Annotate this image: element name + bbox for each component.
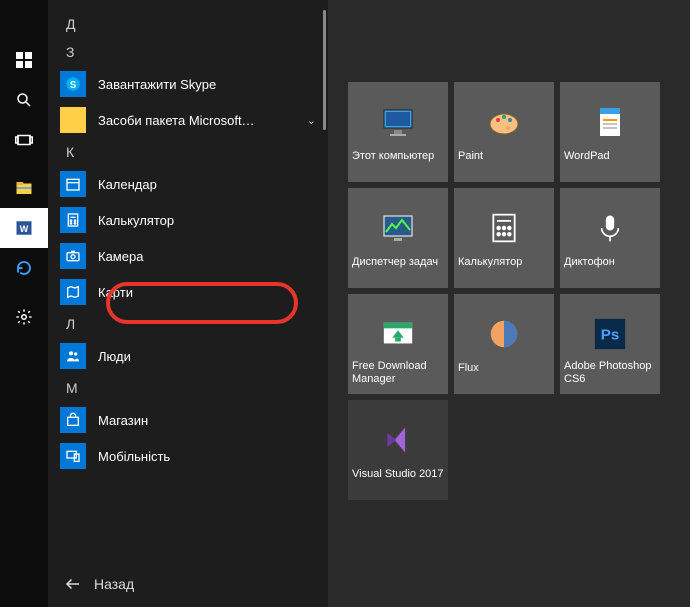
people-icon <box>60 343 86 369</box>
app-item-people[interactable]: Люди <box>48 338 328 374</box>
left-rail: W <box>0 0 48 607</box>
start-menu: W Д З S Завантажити Skype Засоби пакета … <box>0 0 690 607</box>
tile-fdm[interactable]: Free Download Manager <box>348 294 448 394</box>
app-label: Засоби пакета Microsoft… <box>98 113 295 128</box>
tile-label: Этот компьютер <box>352 150 444 174</box>
wordpad-icon <box>592 104 628 140</box>
mobility-icon <box>60 443 86 469</box>
letter-header[interactable]: З <box>48 38 328 66</box>
app-label: Карти <box>98 285 316 300</box>
fdm-icon <box>380 316 416 352</box>
store-icon <box>60 407 86 433</box>
tile-label: Диспетчер задач <box>352 256 444 280</box>
start-icon[interactable] <box>0 40 48 80</box>
svg-text:W: W <box>20 224 29 234</box>
app-item-skype[interactable]: S Завантажити Skype <box>48 66 328 102</box>
tile-label: Adobe Photoshop CS6 <box>564 360 656 386</box>
letter-header[interactable]: Д <box>48 10 328 38</box>
explorer-icon[interactable] <box>0 168 48 208</box>
paint-icon <box>486 104 522 140</box>
letter-header[interactable]: К <box>48 138 328 166</box>
vs-icon <box>380 422 416 458</box>
tile-grid: Этот компьютер Paint WordPad Диспетчер з… <box>328 0 690 607</box>
tile-paint[interactable]: Paint <box>454 82 554 182</box>
refresh-icon[interactable] <box>0 248 48 288</box>
scrollbar[interactable] <box>323 10 326 130</box>
app-item-mobility[interactable]: Мобільність <box>48 438 328 474</box>
app-label: Люди <box>98 349 316 364</box>
calendar-icon <box>60 171 86 197</box>
letter-header[interactable]: Л <box>48 310 328 338</box>
calc-icon <box>486 210 522 246</box>
tile-this-pc[interactable]: Этот компьютер <box>348 82 448 182</box>
flux-icon <box>486 316 522 352</box>
skype-icon: S <box>60 71 86 97</box>
tile-voice[interactable]: Диктофон <box>560 188 660 288</box>
tile-visualstudio[interactable]: Visual Studio 2017 <box>348 400 448 500</box>
folder-icon <box>60 107 86 133</box>
arrow-left-icon <box>64 575 82 593</box>
app-label: Камера <box>98 249 316 264</box>
mic-icon <box>592 210 628 246</box>
tile-calc[interactable]: Калькулятор <box>454 188 554 288</box>
app-label: Мобільність <box>98 449 316 464</box>
app-label: Калькулятор <box>98 213 316 228</box>
photoshop-icon: Ps <box>592 316 628 352</box>
app-item-calculator[interactable]: Калькулятор <box>48 202 328 238</box>
tile-label: Free Download Manager <box>352 360 444 386</box>
app-list: Д З S Завантажити Skype Засоби пакета Mi… <box>48 0 328 607</box>
tile-label: Диктофон <box>564 256 656 280</box>
tile-label: Flux <box>458 362 550 386</box>
app-item-store[interactable]: Магазин <box>48 402 328 438</box>
taskview-icon[interactable] <box>0 120 48 160</box>
back-label: Назад <box>94 576 134 592</box>
search-icon[interactable] <box>0 80 48 120</box>
app-label: Завантажити Skype <box>98 77 316 92</box>
app-label: Магазин <box>98 413 316 428</box>
tile-label: Visual Studio 2017 <box>352 468 444 492</box>
pc-icon <box>380 104 416 140</box>
back-button[interactable]: Назад <box>64 575 134 593</box>
tile-label: WordPad <box>564 150 656 174</box>
tile-label: Paint <box>458 150 550 174</box>
tile-wordpad[interactable]: WordPad <box>560 82 660 182</box>
letter-header[interactable]: М <box>48 374 328 402</box>
app-item-maps[interactable]: Карти <box>48 274 328 310</box>
chevron-down-icon: ⌄ <box>307 114 316 127</box>
camera-icon <box>60 243 86 269</box>
tile-label: Калькулятор <box>458 256 550 280</box>
tile-taskmgr[interactable]: Диспетчер задач <box>348 188 448 288</box>
app-item-calendar[interactable]: Календар <box>48 166 328 202</box>
app-item-camera[interactable]: Камера <box>48 238 328 274</box>
calculator-icon <box>60 207 86 233</box>
word-icon[interactable]: W <box>0 208 48 248</box>
app-label: Календар <box>98 177 316 192</box>
app-item-msoft-tools[interactable]: Засоби пакета Microsoft… ⌄ <box>48 102 328 138</box>
svg-text:Ps: Ps <box>601 327 619 344</box>
settings-icon[interactable] <box>0 297 48 337</box>
taskmgr-icon <box>380 210 416 246</box>
tile-flux[interactable]: Flux <box>454 294 554 394</box>
maps-icon <box>60 279 86 305</box>
svg-text:S: S <box>70 80 77 91</box>
tile-photoshop[interactable]: Ps Adobe Photoshop CS6 <box>560 294 660 394</box>
